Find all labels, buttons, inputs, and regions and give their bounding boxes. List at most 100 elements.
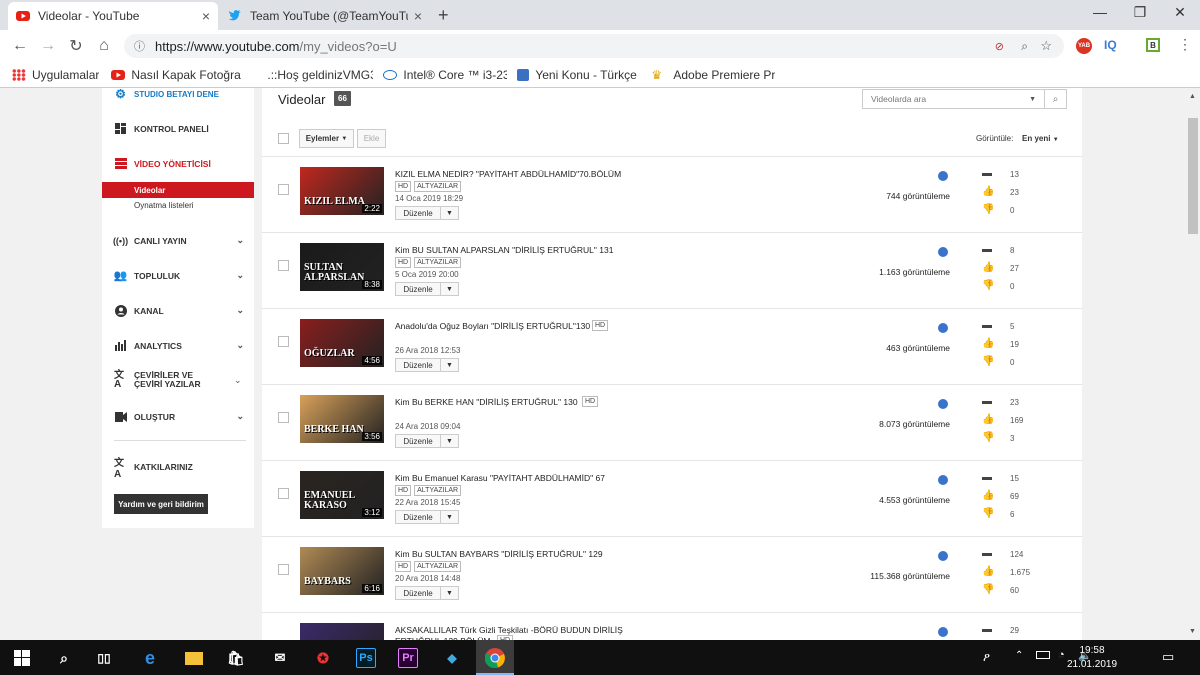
bookmark-forum[interactable]: Yeni Konu - Türkçe A — [517, 68, 637, 82]
edit-button[interactable]: Düzenle ▼ — [395, 510, 459, 524]
photoshop-icon[interactable]: Ps — [356, 648, 376, 668]
bookmark-kapak[interactable]: Nasıl Kapak Fotoğrafı — [111, 68, 241, 82]
comment-icon[interactable]: ▬ — [982, 169, 994, 179]
thumbs-up-icon[interactable]: 👍 — [982, 415, 994, 425]
search-input[interactable]: Videolarda ara ▼ ⌕ — [862, 89, 1067, 109]
globe-icon[interactable] — [938, 551, 948, 561]
video-thumbnail[interactable] — [300, 623, 384, 640]
notification-icon[interactable]: ▭ — [1162, 649, 1174, 665]
sidebar-item-community[interactable]: 👥 TOPLULUK ⌄ — [102, 269, 254, 282]
bookmark-apps[interactable]: Uygulamalar — [12, 68, 99, 82]
clock-time[interactable]: 19:58 — [1064, 645, 1120, 656]
video-thumbnail[interactable]: SULTAN ALPARSLAN 8:38 — [300, 243, 384, 291]
edit-button[interactable]: Düzenle ▼ — [395, 434, 459, 448]
clock-date[interactable]: 21.01.2019 — [1064, 659, 1120, 670]
search-icon[interactable]: ⌕ — [1044, 89, 1066, 109]
video-thumbnail[interactable]: OĞUZLAR 4:56 — [300, 319, 384, 367]
row-checkbox[interactable] — [278, 412, 289, 423]
globe-icon[interactable] — [938, 247, 948, 257]
sort-dropdown[interactable]: En yeni ▼ — [1022, 134, 1059, 143]
maximize-button[interactable]: ❐ — [1125, 4, 1155, 21]
sidebar-sub-playlists[interactable]: Oynatma listeleri — [102, 201, 254, 210]
video-thumbnail[interactable]: BAYBARS 6:16 — [300, 547, 384, 595]
dropdown-arrow-icon[interactable]: ▼ — [441, 283, 458, 295]
dropdown-arrow-icon[interactable]: ▼ — [1029, 96, 1036, 103]
video-title[interactable]: Anadolu'da Oğuz Boyları "DİRİLİŞ ERTUĞRU… — [395, 321, 675, 332]
sidebar-item-translations[interactable]: 文A ÇEVİRİLER VE ÇEVİRİ YAZILAR — [102, 371, 232, 390]
globe-icon[interactable] — [938, 323, 948, 333]
bookmark-star-icon[interactable]: ☆ — [1040, 38, 1052, 54]
reload-icon[interactable]: ↻ — [62, 36, 90, 56]
chevron-up-icon[interactable]: ⌃ — [1015, 650, 1023, 661]
edit-button[interactable]: Düzenle ▼ — [395, 358, 459, 372]
help-feedback-button[interactable]: Yardım ve geri bildirim — [114, 494, 208, 514]
comment-icon[interactable]: ▬ — [982, 625, 994, 635]
globe-icon[interactable] — [938, 627, 948, 637]
globe-icon[interactable] — [938, 475, 948, 485]
sidebar-item-dashboard[interactable]: KONTROL PANELİ — [102, 122, 254, 135]
sidebar-item-contributions[interactable]: 文A KATKILARINIZ — [102, 458, 254, 480]
comment-icon[interactable]: ▬ — [982, 473, 994, 483]
thumbs-down-icon[interactable]: 👎 — [982, 205, 994, 215]
thumbs-down-icon[interactable]: 👎 — [982, 433, 994, 443]
video-title[interactable]: Kim Bu SULTAN BAYBARS "DİRİLİŞ ERTUĞRUL"… — [395, 549, 675, 560]
video-title[interactable]: Kim BU SULTAN ALPARSLAN "DİRİLİŞ ERTUĞRU… — [395, 245, 675, 256]
row-checkbox[interactable] — [278, 488, 289, 499]
video-thumbnail[interactable]: EMANUEL KARASO 3:12 — [300, 471, 384, 519]
close-icon[interactable]: × — [414, 8, 422, 24]
thumbs-up-icon[interactable]: 👍 — [982, 491, 994, 501]
blocked-icon[interactable]: ⊘ — [995, 40, 1004, 53]
file-explorer-icon[interactable] — [184, 648, 204, 668]
chevron-down-icon[interactable]: ⌄ — [234, 375, 242, 386]
premiere-icon[interactable]: Pr — [398, 648, 418, 668]
app-red-icon[interactable]: ✪ — [313, 648, 333, 668]
dropdown-arrow-icon[interactable]: ▼ — [441, 435, 458, 447]
close-icon[interactable]: × — [202, 8, 210, 24]
start-icon[interactable] — [12, 648, 32, 668]
address-bar[interactable]: ⓘ https://www.youtube.com/my_videos?o=U … — [124, 34, 1064, 58]
dropdown-arrow-icon[interactable]: ▼ — [441, 359, 458, 371]
forward-icon[interactable]: → — [34, 37, 62, 55]
studio-beta-link[interactable]: ⚙ STUDIO BETAYI DENE — [102, 88, 254, 101]
scrollbar-thumb[interactable] — [1188, 118, 1198, 234]
chrome-icon[interactable] — [476, 640, 514, 675]
thumbs-up-icon[interactable]: 👍 — [982, 187, 994, 197]
search-icon[interactable]: ⌕ — [54, 648, 74, 668]
mail-icon[interactable]: ✉ — [270, 648, 290, 668]
tab-videolar[interactable]: Videolar - YouTube × — [8, 2, 218, 30]
thumbs-down-icon[interactable]: 👎 — [982, 585, 994, 595]
back-icon[interactable]: ← — [6, 37, 34, 55]
sidebar-sub-videos[interactable]: Videolar — [102, 182, 254, 198]
row-checkbox[interactable] — [278, 260, 289, 271]
sidebar-item-live[interactable]: ((•)) CANLI YAYIN ⌄ — [102, 234, 254, 247]
battery-icon[interactable] — [1036, 651, 1050, 659]
thumbs-up-icon[interactable]: 👍 — [982, 567, 994, 577]
home-icon[interactable]: ⌂ — [90, 37, 118, 55]
edit-button[interactable]: Düzenle ▼ — [395, 282, 459, 296]
sidebar-item-analytics[interactable]: ANALYTICS ⌄ — [102, 339, 254, 352]
thumbs-down-icon[interactable]: 👎 — [982, 357, 994, 367]
thumbs-down-icon[interactable]: 👎 — [982, 281, 994, 291]
thumbs-up-icon[interactable]: 👍 — [982, 263, 994, 273]
comment-icon[interactable]: ▬ — [982, 321, 994, 331]
extension-green-icon[interactable]: B — [1146, 38, 1160, 52]
video-title[interactable]: Kim Bu Emanuel Karasu "PAYİTAHT ABDÜLHAM… — [395, 473, 675, 484]
store-icon[interactable]: 🛍 — [226, 648, 246, 668]
info-icon[interactable]: ⓘ — [134, 38, 145, 54]
thumbs-up-icon[interactable]: 👍 — [982, 339, 994, 349]
video-thumbnail[interactable]: KIZIL ELMA 2:22 — [300, 167, 384, 215]
extension-yab-icon[interactable]: YAB — [1076, 38, 1092, 54]
row-checkbox[interactable] — [278, 564, 289, 575]
select-all-checkbox[interactable] — [278, 133, 289, 144]
menu-icon[interactable]: ⋮ — [1178, 36, 1192, 53]
row-checkbox[interactable] — [278, 184, 289, 195]
comment-icon[interactable]: ▬ — [982, 245, 994, 255]
extension-iq-icon[interactable]: IQ — [1104, 38, 1117, 52]
dropdown-arrow-icon[interactable]: ▼ — [441, 511, 458, 523]
edit-button[interactable]: Düzenle ▼ — [395, 586, 459, 600]
globe-icon[interactable] — [938, 171, 948, 181]
video-thumbnail[interactable]: BERKE HAN 3:56 — [300, 395, 384, 443]
scroll-down-icon[interactable]: ▼ — [1189, 628, 1196, 635]
actions-button[interactable]: Eylemler ▼ — [299, 129, 354, 148]
tab-team-youtube[interactable]: Team YouTube (@TeamYouTube) × — [220, 2, 430, 30]
